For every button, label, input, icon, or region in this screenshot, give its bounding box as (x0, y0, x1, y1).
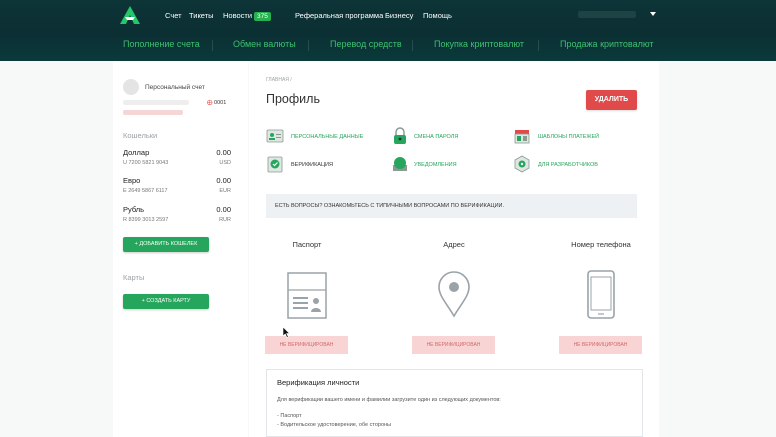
passport-title: Паспорт (292, 240, 322, 249)
add-wallet-button[interactable]: + ДОБАВИТЬ КОШЕЛЕК (123, 237, 209, 252)
subnav-deposit[interactable]: Пополнение счета (123, 39, 200, 49)
verification-icon[interactable] (266, 155, 284, 173)
link-developers[interactable]: ДЛЯ РАЗРАБОТЧИКОВ (538, 162, 598, 168)
subnav-buy-crypto[interactable]: Покупка криптовалют (434, 39, 524, 49)
subnav-divider (308, 40, 309, 51)
link-change-password[interactable]: СМЕНА ПАРОЛЯ (414, 134, 458, 140)
faq-banner-text: ЕСТЬ ВОПРОСЫ? ОЗНАКОМЬТЕСЬ С ТИПИЧНЫМИ В… (275, 203, 505, 209)
wallet-number: E 2649 5867 6117 (123, 188, 168, 194)
templates-icon[interactable] (513, 127, 531, 145)
address-title: Адрес (443, 240, 465, 249)
nav-news-label: Новости (223, 11, 253, 20)
subnav-exchange[interactable]: Обмен валюты (233, 39, 296, 49)
subnav-divider (412, 40, 413, 51)
lock-icon[interactable] (391, 127, 409, 145)
notifications-icon[interactable] (391, 155, 409, 173)
account-email-blurred[interactable] (123, 110, 183, 115)
account-name-blurred (123, 100, 189, 105)
wallet-currency: EUR (219, 188, 231, 194)
top-header: Счет Тикеты Новости 375 Реферальная прогр… (0, 0, 776, 61)
account-id-value: 0001 (214, 100, 227, 106)
wallet-name[interactable]: Доллар (123, 148, 149, 157)
link-verification[interactable]: ВЕРИФИКАЦИЯ (291, 162, 333, 168)
nav-tickets[interactable]: Тикеты (189, 11, 214, 20)
cards-title: Карты (123, 273, 145, 282)
breadcrumb[interactable]: ГЛАВНАЯ / (266, 77, 292, 83)
wallet-name[interactable]: Евро (123, 176, 140, 185)
passport-status-badge[interactable]: НЕ ВЕРИФИЦИРОВАН (265, 336, 348, 354)
delete-button[interactable]: УДАЛИТЬ (586, 90, 637, 110)
identity-card-title: Верификация личности (277, 378, 360, 387)
page-title: Профиль (266, 92, 320, 106)
wallet-amount: 0.00 (216, 148, 231, 157)
verification-faq-banner[interactable]: ЕСТЬ ВОПРОСЫ? ОЗНАКОМЬТЕСЬ С ТИПИЧНЫМИ В… (266, 194, 637, 218)
nav-referral[interactable]: Реферальная программа (295, 11, 383, 20)
wallet-currency: RUR (219, 217, 231, 223)
wallet-number: U 7200 5821 9043 (123, 160, 169, 166)
identity-card-description: Для верификации вашего имени и фамилии з… (277, 397, 501, 403)
document-item: - Паспорт (277, 413, 302, 419)
account-id-prefix: ⨁ (207, 100, 213, 106)
account-id: ⨁ 0001 (207, 100, 226, 106)
nav-business[interactable]: Бизнесу (385, 11, 413, 20)
news-count-badge: 375 (254, 12, 271, 21)
link-personal-data[interactable]: ПЕРСОНАЛЬНЫЕ ДАННЫЕ (291, 134, 363, 140)
phone-status-badge[interactable]: НЕ ВЕРИФИЦИРОВАН (559, 336, 642, 354)
account-type-label: Персональный счет (145, 84, 205, 91)
avatar (123, 79, 139, 95)
mouse-cursor-icon (283, 327, 291, 338)
location-pin-icon[interactable] (437, 270, 471, 318)
wallet-amount: 0.00 (216, 176, 231, 185)
personal-data-icon[interactable] (266, 127, 284, 145)
create-card-button[interactable]: + СОЗДАТЬ КАРТУ (123, 294, 209, 309)
subnav-transfer[interactable]: Перевод средств (330, 39, 402, 49)
wallet-number: R 8399 3013 2597 (123, 217, 169, 223)
link-notifications[interactable]: УВЕДОМЛЕНИЯ (414, 162, 457, 168)
subnav-divider (212, 40, 213, 51)
chevron-down-icon[interactable] (650, 12, 656, 16)
subnav-sell-crypto[interactable]: Продажа криптовалют (560, 39, 654, 49)
address-status-badge[interactable]: НЕ ВЕРИФИЦИРОВАН (412, 336, 495, 354)
phone-icon[interactable] (587, 270, 615, 319)
logo-icon[interactable] (120, 6, 140, 24)
phone-title: Номер телефона (571, 240, 631, 249)
nav-account[interactable]: Счет (165, 11, 182, 20)
wallet-amount: 0.00 (216, 205, 231, 214)
developers-icon[interactable] (513, 155, 531, 173)
document-item: - Водительское удостоверение, обе сторон… (277, 422, 391, 428)
subnav-divider (538, 40, 539, 51)
nav-help[interactable]: Помощь (423, 11, 452, 20)
nav-news[interactable]: Новости 375 (223, 11, 271, 21)
wallet-currency: USD (219, 160, 231, 166)
wallets-title: Кошельки (123, 131, 158, 140)
wallet-name[interactable]: Рубль (123, 205, 144, 214)
link-payment-templates[interactable]: ШАБЛОНЫ ПЛАТЕЖЕЙ (538, 134, 599, 140)
user-menu[interactable] (578, 11, 636, 18)
passport-icon[interactable] (287, 272, 327, 319)
